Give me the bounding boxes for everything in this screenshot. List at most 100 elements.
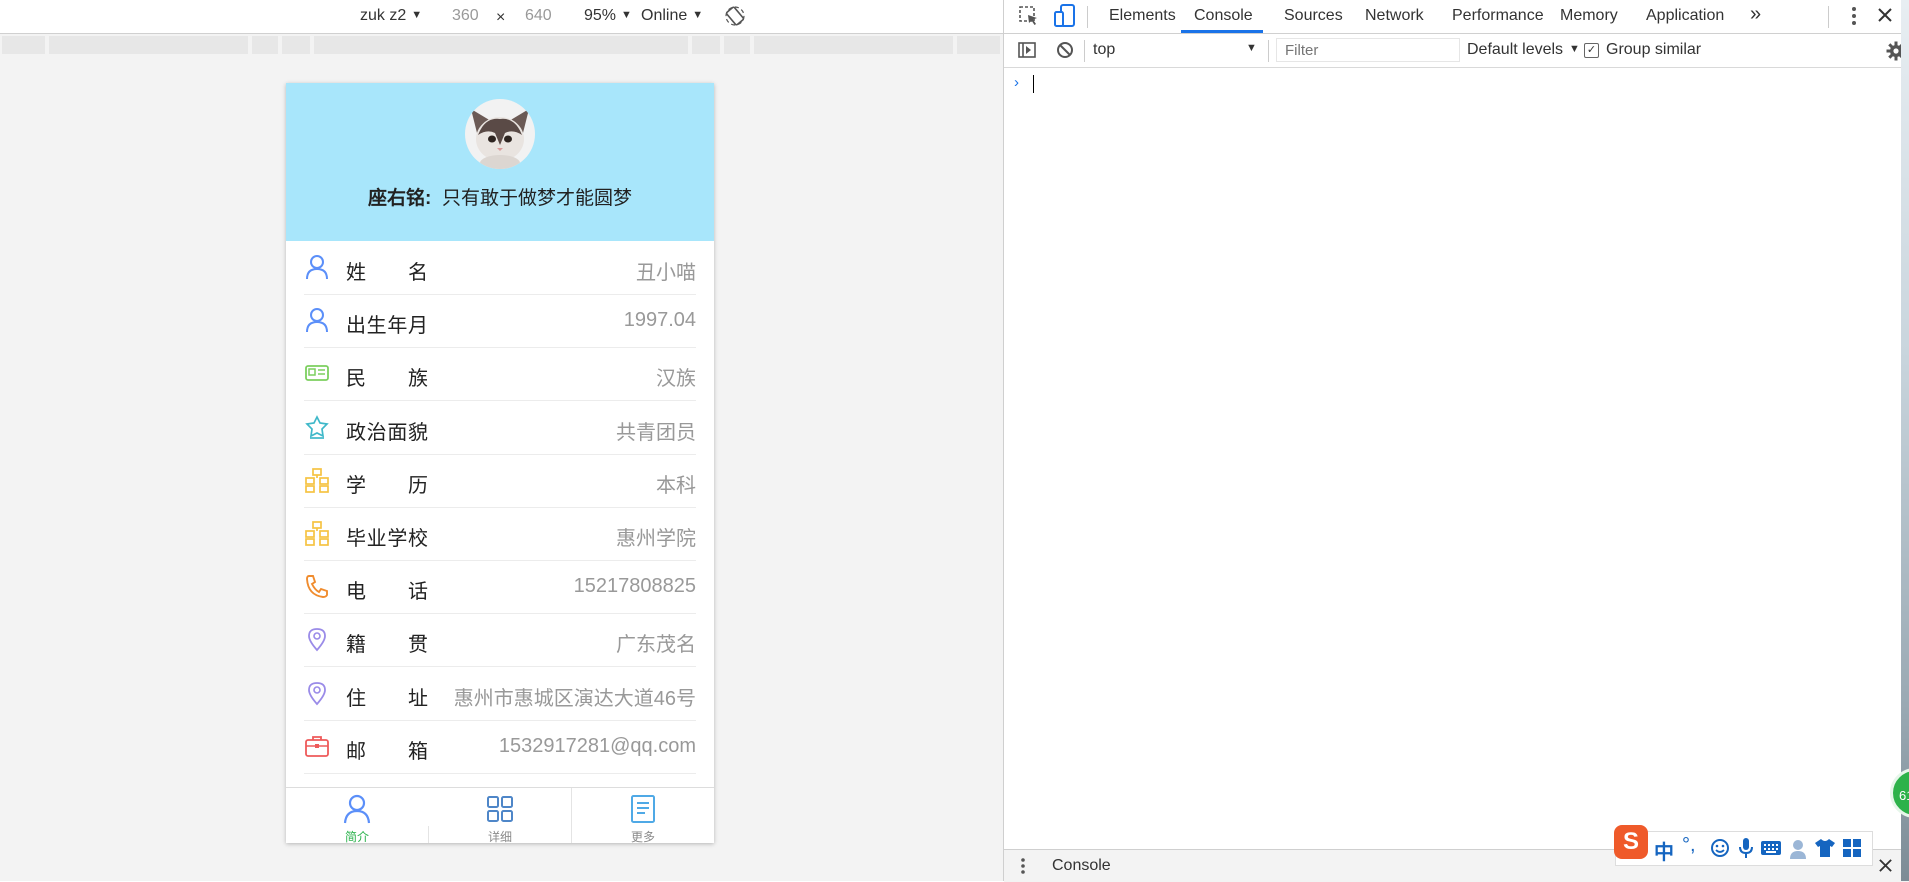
ime-toolbar[interactable]: 中 °, — [1615, 831, 1873, 866]
skin-shirt-icon[interactable] — [1814, 838, 1836, 863]
user-account-icon[interactable] — [1788, 838, 1808, 865]
profile-row[interactable]: 电话 15217808825 — [304, 560, 696, 615]
close-icon[interactable] — [1877, 7, 1893, 28]
punctuation-icon[interactable]: °, — [1682, 834, 1696, 857]
profile-row-label: 邮箱 — [346, 740, 428, 763]
profile-row-value: 广东茂名 — [616, 634, 696, 657]
filter-input[interactable] — [1276, 38, 1460, 62]
tab-label: 简介 — [344, 830, 369, 843]
ruler-segment[interactable] — [754, 36, 953, 54]
profile-row[interactable]: 出生年月 1997.04 — [304, 294, 696, 349]
tab-console[interactable]: Console — [1194, 7, 1253, 25]
tab-detail[interactable]: 详细 — [429, 788, 571, 843]
profile-row-value: 惠州市惠城区演达大道46号 — [453, 687, 696, 710]
profile-row-value: 1532917281@qq.com — [498, 734, 696, 757]
media-query-ruler[interactable] — [0, 36, 1003, 56]
profile-row[interactable]: 住址 惠州市惠城区演达大道46号 — [304, 667, 696, 721]
ruler-segment[interactable] — [282, 36, 310, 54]
tab-network[interactable]: Network — [1365, 7, 1424, 25]
zoom-value: 95% — [584, 7, 617, 24]
device-toolbar: zuk z2 ▼ 360 × 640 95% ▼ Online ▼ — [0, 0, 1027, 34]
device-emulator: zuk z2 ▼ 360 × 640 95% ▼ Online ▼ 座右铭: 只… — [0, 0, 1027, 881]
avatar[interactable] — [465, 99, 535, 169]
toolbar-divider — [1828, 6, 1829, 28]
motto-text: 只有敢于做梦才能圆梦 — [441, 188, 632, 209]
ruler-segment[interactable] — [957, 36, 1000, 54]
tab-intro[interactable]: 简介 — [286, 788, 428, 843]
clear-console-icon[interactable] — [1056, 41, 1074, 64]
motto: 座右铭: 只有敢于做梦才能圆梦 — [286, 183, 714, 210]
device-select[interactable]: zuk z2 ▼ — [360, 7, 422, 25]
caret-down-icon: ▼ — [621, 9, 632, 21]
caret-down-icon: ▼ — [692, 9, 704, 21]
console-prompt-icon: › — [1014, 74, 1019, 91]
ime-logo[interactable]: S — [1614, 825, 1648, 859]
profile-row-label: 毕业学校 — [346, 528, 428, 550]
sidebar-toggle-icon[interactable] — [1018, 42, 1036, 63]
caret-down-icon: ▼ — [1569, 43, 1580, 55]
profile-row[interactable]: 民族 汉族 — [304, 347, 696, 402]
toolbar-divider — [1268, 40, 1269, 62]
device-name: zuk z2 — [360, 7, 407, 24]
profile-row-value: 15217808825 — [573, 575, 696, 598]
width-input[interactable]: 360 — [452, 7, 479, 25]
group-similar-checkbox[interactable]: ✓ — [1584, 43, 1599, 58]
console-toolbar: top ▼ Default levels ▼ ✓ Group similar — [1004, 34, 1909, 68]
ruler-segment[interactable] — [692, 36, 720, 54]
context-select[interactable]: top — [1093, 41, 1115, 59]
toolbox-grid-icon[interactable] — [1842, 838, 1862, 863]
ruler-segment[interactable] — [2, 36, 45, 54]
profile-row[interactable]: 毕业学校 惠州学院 — [304, 507, 696, 561]
ruler-segment[interactable] — [314, 36, 688, 54]
user-icon — [343, 794, 371, 824]
ruler-segment[interactable] — [49, 36, 248, 54]
devtools-tabbar: Elements Console Sources Network Perform… — [1004, 0, 1909, 34]
profile-row-label: 政治面貌 — [346, 421, 428, 444]
tab-application[interactable]: Application — [1646, 7, 1724, 25]
drawer-menu-icon[interactable] — [1020, 857, 1026, 880]
profile-row-label: 电话 — [346, 581, 428, 604]
profile-header: 座右铭: 只有敢于做梦才能圆梦 — [286, 83, 714, 241]
zoom-select[interactable]: 95% ▼ — [584, 7, 632, 25]
motto-label: 座右铭: — [368, 188, 432, 209]
profile-row[interactable]: 政治面貌 共青团员 — [304, 401, 696, 455]
phone-viewport: 座右铭: 只有敢于做梦才能圆梦 姓名 丑小喵 出生年月 1997.04 民族 汉族 政治面貌… — [286, 83, 714, 843]
location-icon — [304, 680, 330, 706]
ruler-segment[interactable] — [724, 36, 750, 54]
devtools-menu-icon[interactable] — [1851, 6, 1857, 31]
console-input[interactable] — [1033, 75, 1034, 93]
tab-more[interactable]: 更多 — [572, 788, 714, 843]
log-levels-select[interactable]: Default levels ▼ — [1467, 41, 1580, 59]
keyboard-icon[interactable] — [1760, 840, 1782, 861]
profile-row[interactable]: 学历 本科 — [304, 454, 696, 508]
drawer-tab-console[interactable]: Console — [1052, 857, 1111, 875]
tab-performance[interactable]: Performance — [1452, 7, 1544, 25]
rotate-icon[interactable] — [724, 5, 746, 32]
profile-row-value: 本科 — [656, 474, 696, 497]
close-drawer-icon[interactable] — [1878, 858, 1893, 878]
throttle-select[interactable]: Online ▼ — [641, 7, 703, 25]
profile-row-label: 籍贯 — [346, 634, 428, 657]
ime-mode[interactable]: 中 — [1654, 836, 1674, 865]
tab-sources[interactable]: Sources — [1284, 7, 1343, 25]
tab-elements[interactable]: Elements — [1109, 7, 1176, 25]
device-toolbar-icon[interactable] — [1054, 4, 1076, 33]
user-icon — [304, 307, 330, 333]
height-input[interactable]: 640 — [525, 7, 552, 25]
tab-label: 更多 — [630, 830, 655, 843]
profile-row[interactable]: 籍贯 广东茂名 — [304, 613, 696, 668]
profile-row[interactable]: 姓名 丑小喵 — [304, 241, 696, 295]
profile-row-value: 1997.04 — [623, 309, 696, 332]
more-tabs-icon[interactable]: » — [1750, 3, 1761, 26]
inspect-element-icon[interactable] — [1018, 5, 1040, 32]
ruler-segment[interactable] — [252, 36, 278, 54]
profile-row-label: 学历 — [346, 474, 428, 497]
profile-row-label: 民族 — [346, 368, 428, 391]
tab-memory[interactable]: Memory — [1560, 7, 1618, 25]
toolbar-divider — [1087, 6, 1088, 28]
emoji-icon[interactable] — [1710, 838, 1730, 863]
log-levels-label: Default levels — [1467, 41, 1564, 58]
profile-row-label: 住址 — [346, 687, 428, 710]
microphone-icon[interactable] — [1738, 837, 1754, 864]
profile-row[interactable]: 邮箱 1532917281@qq.com — [304, 720, 696, 774]
